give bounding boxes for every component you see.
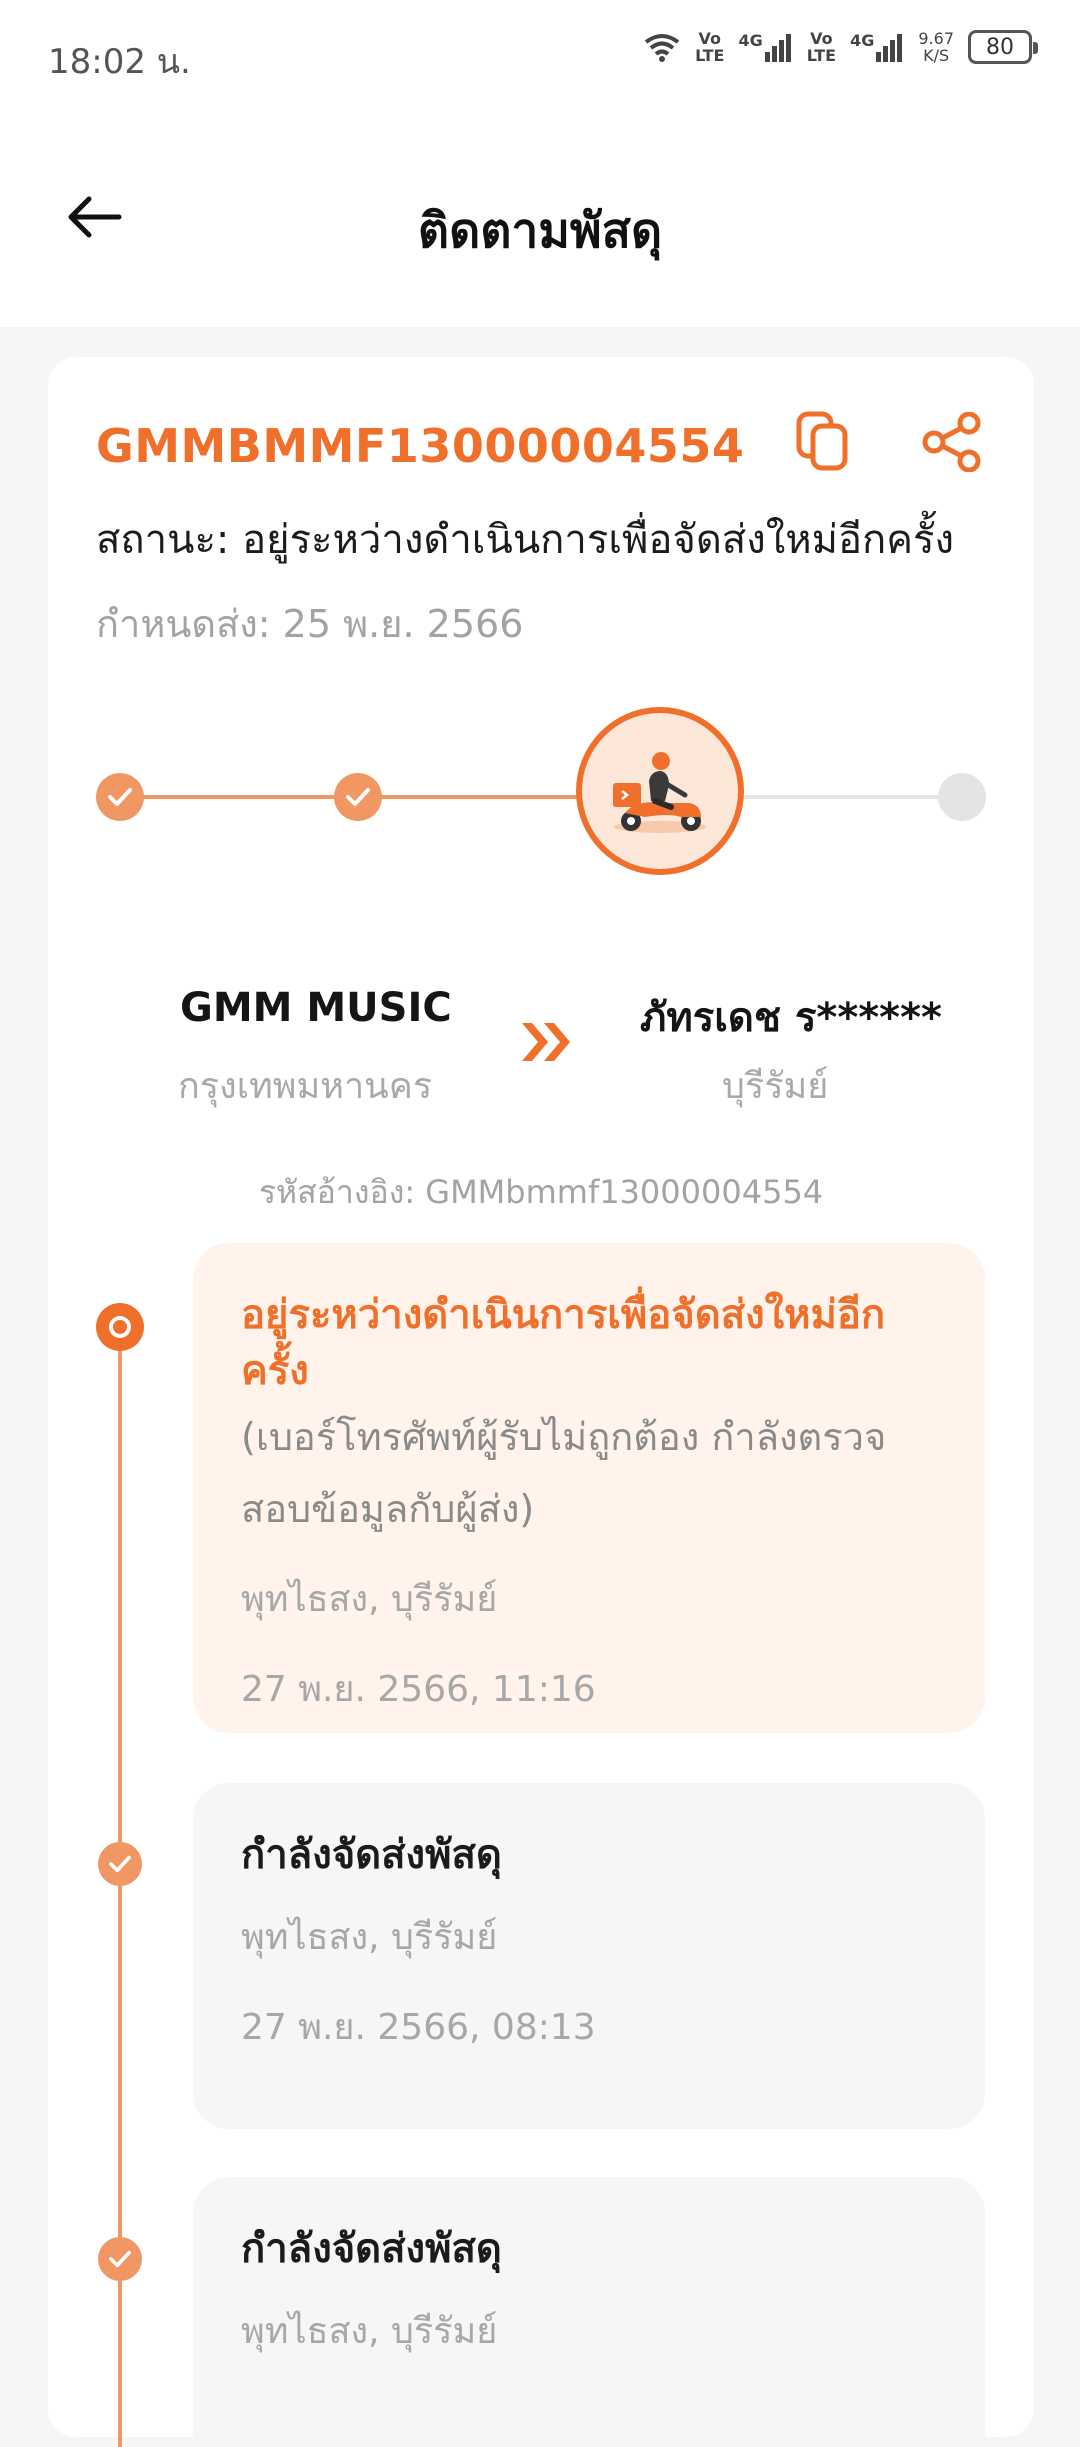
tracking-card: GMMBMMF13000004554 สถานะ: อยู่ระหว่างดำเ… bbox=[48, 357, 1034, 2447]
battery-icon: 80 bbox=[968, 30, 1038, 64]
network-type-1: 4G bbox=[738, 31, 763, 50]
progress-step-current bbox=[576, 707, 744, 875]
progress-step-done bbox=[334, 773, 382, 821]
signal-icon bbox=[764, 34, 791, 62]
double-chevron-right-icon bbox=[522, 1023, 570, 1061]
sender-name: GMM MUSIC bbox=[180, 985, 452, 1031]
share-button[interactable] bbox=[918, 407, 988, 477]
check-icon bbox=[108, 788, 132, 806]
event-title: อยู่ระหว่างดำเนินการเพื่อจัดส่งใหม่อีกคร… bbox=[241, 1292, 886, 1394]
check-icon bbox=[109, 1855, 131, 1873]
check-icon bbox=[109, 2250, 131, 2268]
check-icon bbox=[346, 788, 370, 806]
network-type-2: 4G bbox=[850, 31, 875, 50]
event-title: กำลังจัดส่งพัสดุ bbox=[241, 2226, 502, 2272]
status-bar: 18:02 น. Vo LTE 4G Vo LTE 4G 9.67 K/S 80 bbox=[0, 0, 1080, 105]
page-title: ติดตามพัสดุ bbox=[417, 203, 663, 259]
timeline-dot-current bbox=[96, 1303, 144, 1351]
timeline-dot-done bbox=[98, 1842, 142, 1886]
progress-step-pending bbox=[938, 773, 986, 821]
event-time: 27 พ.ย. 2566, 11:16 bbox=[241, 1669, 596, 1710]
share-icon bbox=[922, 412, 981, 472]
due-date: กำหนดส่ง: 25 พ.ย. 2566 bbox=[96, 602, 524, 646]
tracking-number: GMMBMMF13000004554 bbox=[96, 419, 745, 473]
timeline-event: กำลังจัดส่งพัสดุ พุทไธสง, บุรีรัมย์ bbox=[193, 2177, 985, 2437]
event-time: 27 พ.ย. 2566, 08:13 bbox=[241, 2007, 596, 2048]
timeline-dot-done bbox=[98, 2237, 142, 2281]
timeline-event: กำลังจัดส่งพัสดุ พุทไธสง, บุรีรัมย์ 27 พ… bbox=[193, 1783, 985, 2129]
progress-tracker bbox=[48, 707, 1034, 887]
timeline-event: อยู่ระหว่างดำเนินการเพื่อจัดส่งใหม่อีกคร… bbox=[193, 1243, 985, 1733]
reference-code: รหัสอ้างอิง: GMMbmmf13000004554 bbox=[258, 1173, 824, 1211]
event-title: กำลังจัดส่งพัสดุ bbox=[241, 1832, 502, 1878]
status-icons: Vo LTE 4G Vo LTE 4G 9.67 K/S 80 bbox=[643, 29, 1038, 65]
copy-icon bbox=[796, 411, 848, 471]
signal-group-1: 4G bbox=[738, 32, 792, 62]
status-time: 18:02 น. bbox=[48, 42, 191, 82]
event-location: พุทไธสง, บุรีรัมย์ bbox=[241, 1579, 498, 1620]
signal-group-2: 4G bbox=[850, 32, 904, 62]
receiver-name: ภัทรเดช ร****** bbox=[640, 995, 942, 1041]
app-header: ติดตามพัสดุ bbox=[0, 105, 1080, 327]
volte-indicator-2: Vo LTE bbox=[806, 29, 837, 65]
wifi-icon bbox=[644, 34, 680, 62]
copy-button[interactable] bbox=[788, 407, 858, 477]
receiver-city: บุรีรัมย์ bbox=[722, 1066, 829, 1107]
sender-city: กรุงเทพมหานคร bbox=[178, 1066, 433, 1107]
shipment-status: สถานะ: อยู่ระหว่างดำเนินการเพื่อจัดส่งให… bbox=[96, 517, 955, 563]
event-detail: (เบอร์โทรศัพท์ผู้รับไม่ถูกต้อง กำลังตรวจ… bbox=[241, 1415, 887, 1531]
delivery-scooter-icon bbox=[613, 752, 706, 833]
progress-step-done bbox=[96, 773, 144, 821]
event-location: พุทไธสง, บุรีรัมย์ bbox=[241, 1917, 498, 1958]
battery-level: 80 bbox=[986, 34, 1014, 60]
event-location: พุทไธสง, บุรีรัมย์ bbox=[241, 2311, 498, 2352]
network-speed: 9.67 K/S bbox=[918, 29, 954, 65]
volte-indicator-1: Vo LTE bbox=[695, 29, 725, 65]
signal-icon bbox=[876, 34, 903, 62]
